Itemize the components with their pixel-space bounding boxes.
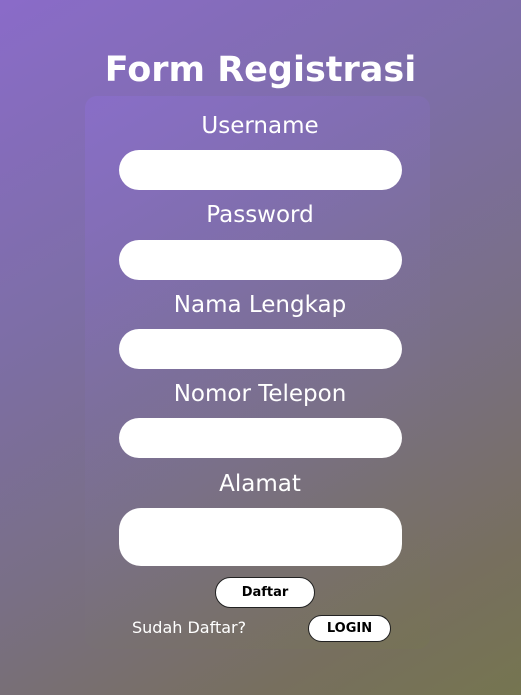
- phone-number-input[interactable]: [119, 418, 402, 458]
- username-input[interactable]: [119, 150, 402, 190]
- login-button[interactable]: LOGIN: [308, 615, 391, 642]
- username-label: Username: [201, 113, 319, 139]
- login-prompt-text: Sudah Daftar?: [132, 618, 247, 637]
- phone-number-label: Nomor Telepon: [173, 381, 347, 407]
- full-name-input[interactable]: [119, 329, 402, 369]
- address-label: Alamat: [219, 471, 301, 497]
- address-textarea[interactable]: [119, 508, 402, 566]
- password-label: Password: [206, 202, 314, 228]
- page-title: Form Registrasi: [104, 50, 417, 91]
- password-input[interactable]: [119, 240, 402, 280]
- full-name-label: Nama Lengkap: [173, 292, 347, 318]
- register-button[interactable]: Daftar: [215, 577, 315, 608]
